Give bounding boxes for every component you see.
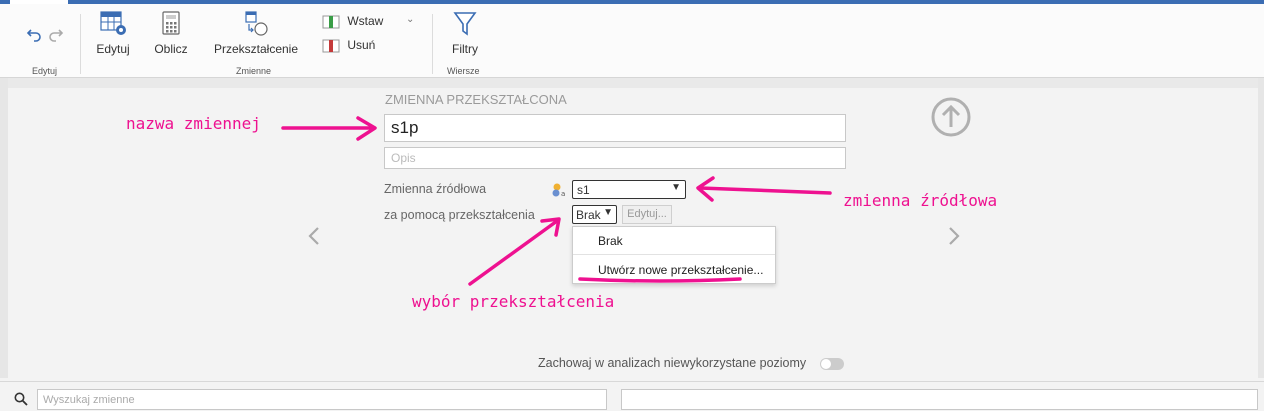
variable-search-input[interactable] — [37, 389, 607, 410]
annotation-arrows — [281, 116, 832, 286]
keep-unused-levels-label: Zachowaj w analizach niewykorzystane poz… — [538, 356, 807, 370]
variable-list-panel — [621, 389, 1258, 410]
toggle-knob — [821, 359, 831, 369]
search-icon — [14, 392, 28, 406]
keep-unused-levels-toggle[interactable] — [820, 358, 844, 370]
